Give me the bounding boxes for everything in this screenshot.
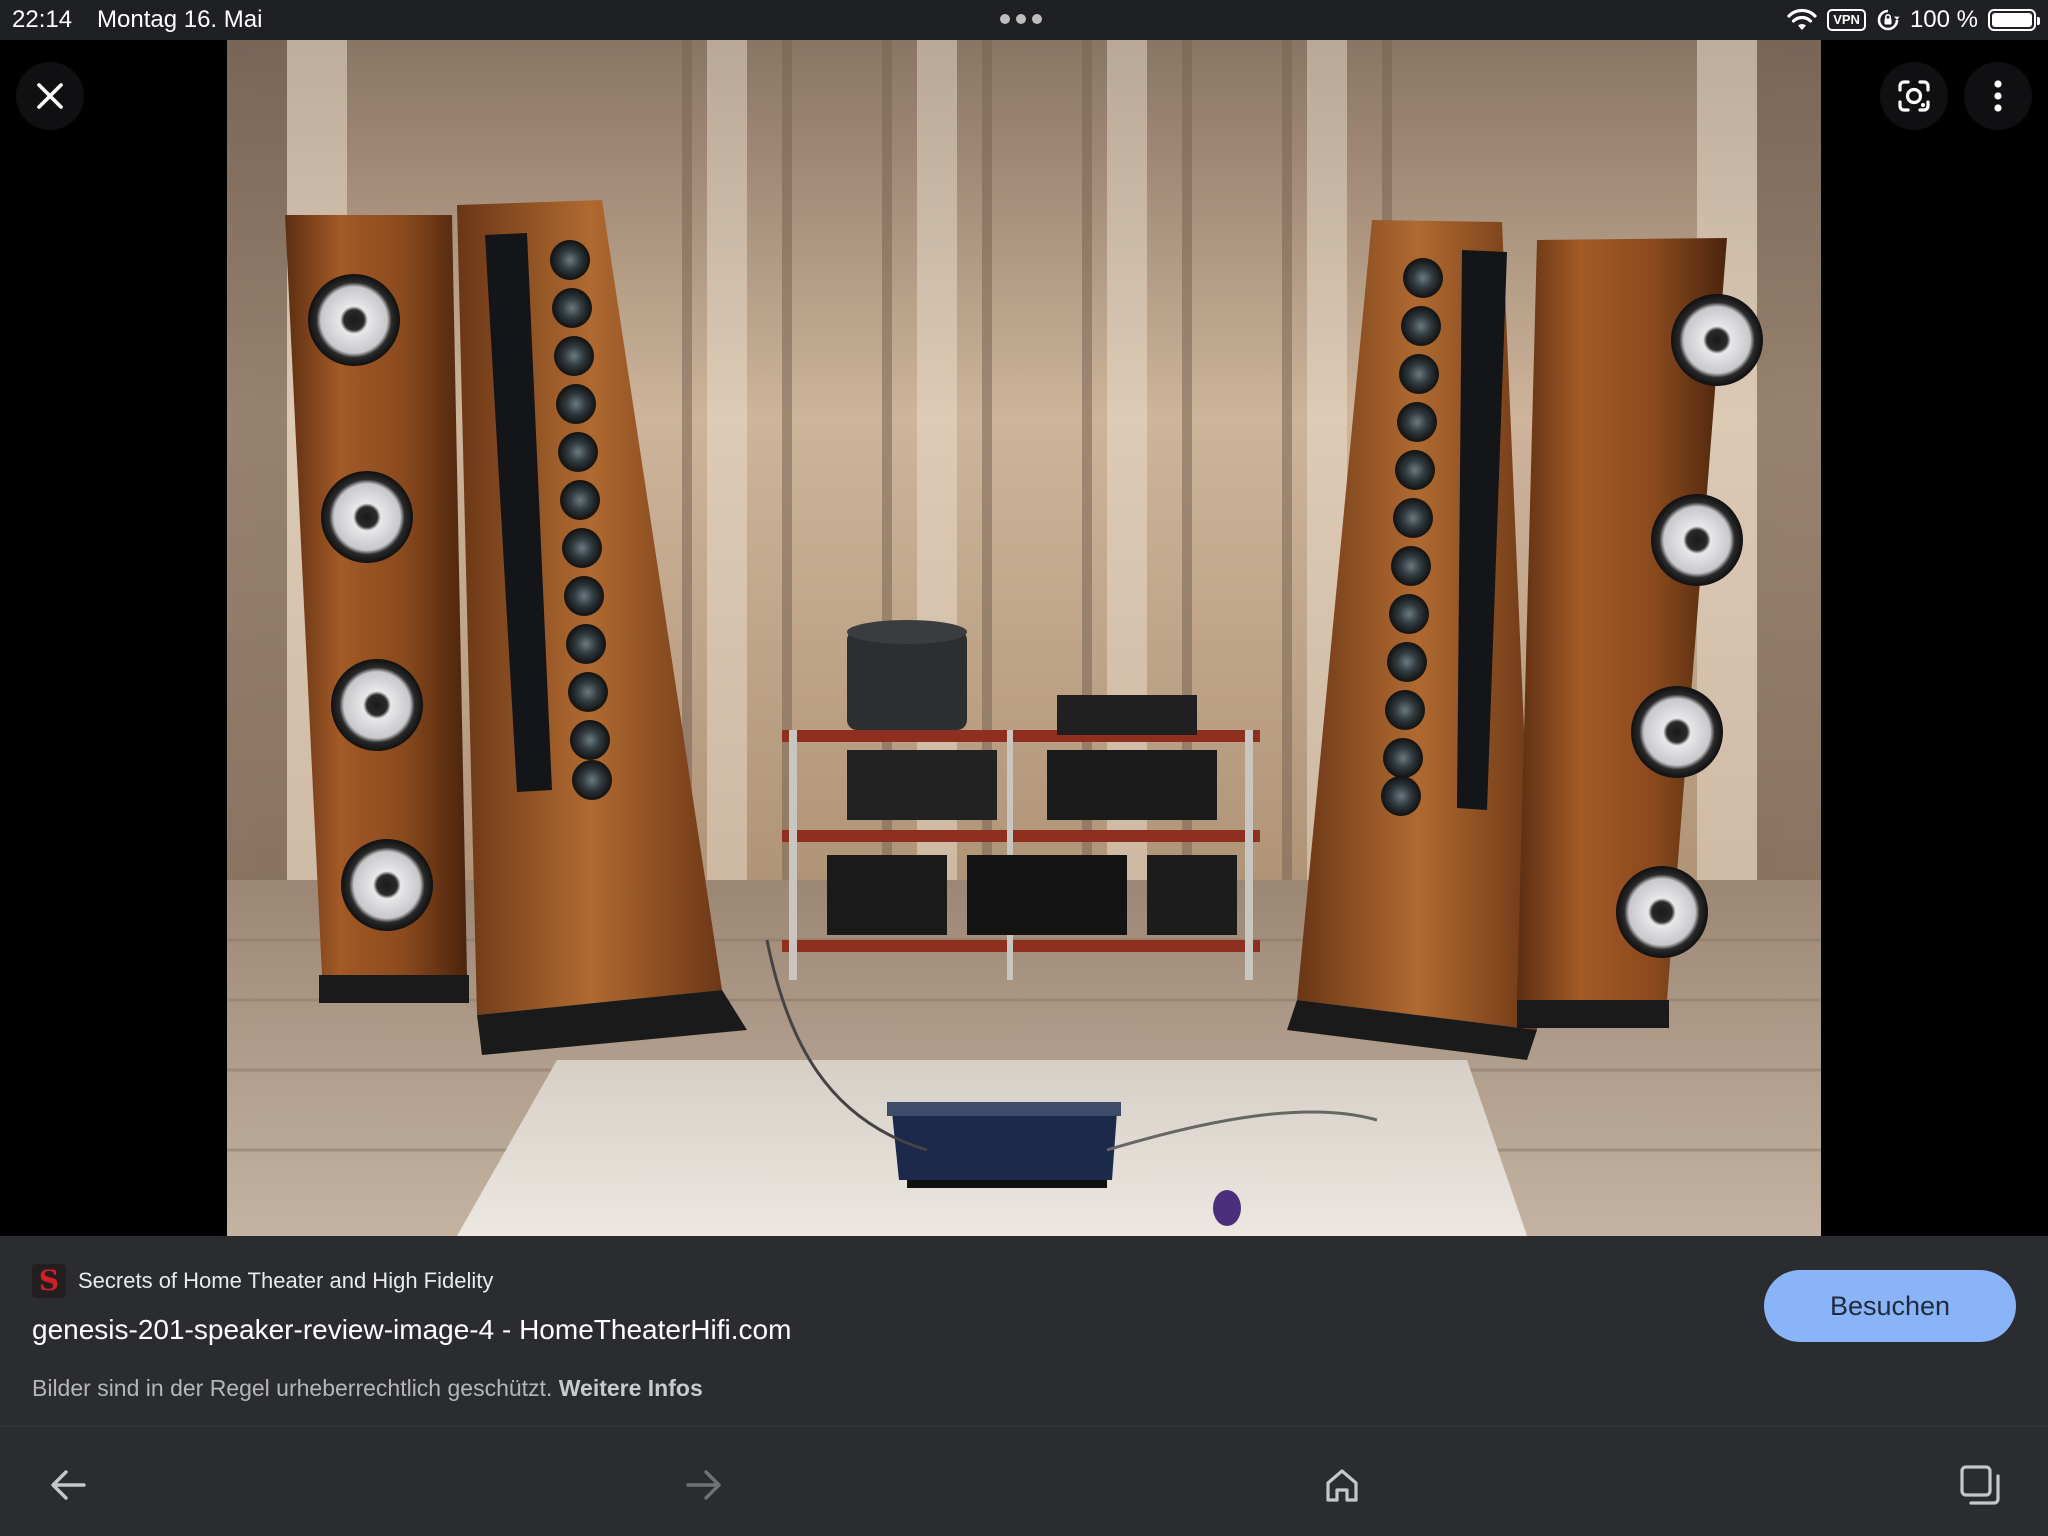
forward-arrow-icon [686,1470,721,1500]
orientation-lock-icon [1877,9,1900,31]
home-button[interactable] [1302,1455,1382,1515]
source-name[interactable]: Secrets of Home Theater and High Fidelit… [78,1268,493,1294]
more-info-link[interactable]: Weitere Infos [559,1375,703,1401]
back-button[interactable] [28,1455,108,1515]
visit-button[interactable]: Besuchen [1764,1270,2016,1342]
home-icon [1326,1469,1358,1502]
battery-percent: 100 % [1909,6,1978,33]
google-lens-button[interactable] [1880,62,1948,130]
status-bar: 22:14 Montag 16. Mai VPN 100 % [0,0,2048,40]
image-viewer [0,40,2048,1236]
tabs-button[interactable] [1940,1455,2020,1515]
image-info-panel: S Secrets of Home Theater and High Fidel… [0,1236,2048,1426]
source-favicon: S [32,1264,66,1298]
tabs-icon [1960,1465,2000,1505]
status-date: Montag 16. Mai [97,6,263,33]
vpn-badge: VPN [1827,9,1866,31]
google-lens-icon [1898,80,1930,112]
status-indicators: VPN 100 % [1787,4,2040,36]
more-vert-icon [1994,80,2002,112]
back-arrow-icon [51,1470,86,1500]
multitasking-dots-icon[interactable] [1000,14,1042,24]
close-icon [37,83,63,109]
bottom-navigation [0,1426,2048,1536]
source-row[interactable]: S Secrets of Home Theater and High Fidel… [32,1264,493,1298]
speaker-room-photo[interactable] [227,40,1821,1236]
forward-button[interactable] [664,1455,744,1515]
more-options-button[interactable] [1964,62,2032,130]
wifi-icon [1787,8,1817,30]
copyright-notice: Bilder sind in der Regel urheberrechtlic… [32,1375,703,1402]
battery-fill [1992,13,2032,27]
status-time: 22:14 [12,6,73,33]
copyright-text: Bilder sind in der Regel urheberrechtlic… [32,1375,553,1401]
close-button[interactable] [16,62,84,130]
battery-icon [1988,9,2040,31]
image-title[interactable]: genesis-201-speaker-review-image-4 - Hom… [32,1314,791,1346]
